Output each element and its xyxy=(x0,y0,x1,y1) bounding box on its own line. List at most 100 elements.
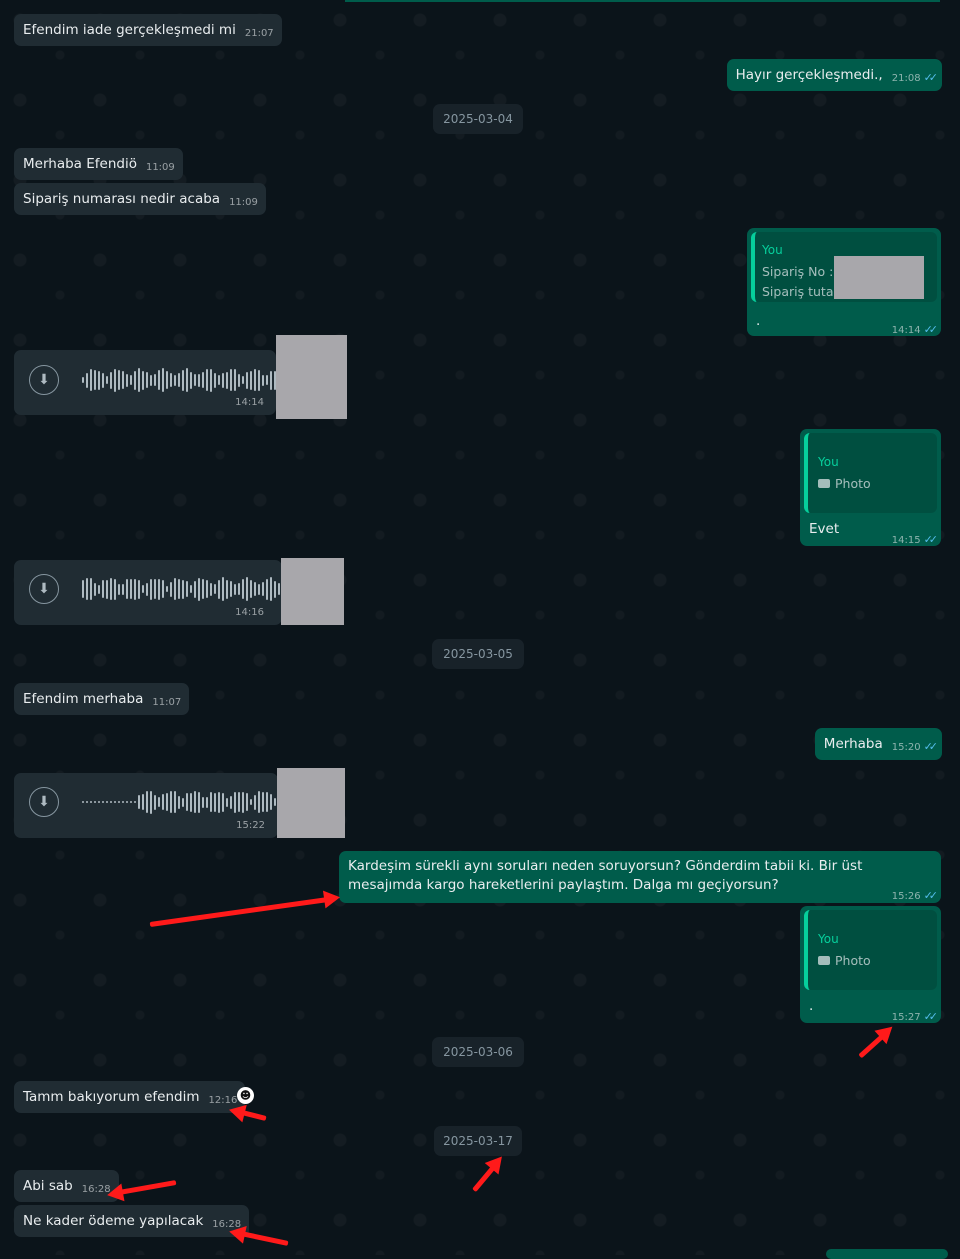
message-text: Merhaba Efendiö xyxy=(23,156,137,172)
message-time: 14:14 xyxy=(235,397,264,408)
waveform-bar xyxy=(186,368,188,392)
waveform-bar xyxy=(218,791,220,813)
message-time: 11:07 xyxy=(152,697,182,708)
redaction-box xyxy=(281,558,344,625)
quoted-message[interactable]: You Photo xyxy=(804,433,937,513)
redaction-box xyxy=(834,256,924,299)
incoming-message[interactable]: Efendim merhaba 11:07 xyxy=(14,683,190,715)
waveform-bar xyxy=(102,372,104,388)
waveform-bar xyxy=(162,368,164,392)
waveform-bar xyxy=(142,370,144,390)
waveform-bar xyxy=(166,371,168,389)
waveform-bar xyxy=(162,580,164,598)
quote-line: Sipariş tutar xyxy=(762,284,839,299)
waveform-bar xyxy=(274,580,276,598)
outgoing-reply-message[interactable]: You Sipariş No : Sipariş tutar . 14:14 ✓✓ xyxy=(747,228,941,336)
message-text: Hayır gerçekleşmedi., xyxy=(735,67,883,83)
outgoing-message[interactable]: Kardeşim sürekli aynı soruları neden sor… xyxy=(339,851,941,903)
date-divider: 2025-03-17 xyxy=(434,1126,522,1156)
outgoing-reply-message[interactable]: You Photo . 15:27 ✓✓ xyxy=(800,906,941,1023)
quote-author: You xyxy=(818,455,839,469)
quote-line: Sipariş No : xyxy=(762,264,834,279)
waveform-bar xyxy=(230,795,232,809)
message-time: 14:15 ✓✓ xyxy=(891,533,939,546)
quoted-message[interactable]: You Photo xyxy=(804,910,937,990)
incoming-message[interactable]: Efendim iade gerçekleşmedi mi 21:07 xyxy=(14,14,282,46)
waveform-bar xyxy=(274,798,276,806)
voice-message[interactable]: ⬇ 15:22 xyxy=(14,773,312,838)
waveform-bar xyxy=(230,581,232,597)
message-time: 15:27 ✓✓ xyxy=(891,1010,938,1023)
waveform-bar xyxy=(130,375,132,385)
redaction-box xyxy=(276,335,347,419)
waveform-bar xyxy=(86,372,88,388)
waveform-bar xyxy=(178,373,180,387)
waveform-bar xyxy=(270,577,272,601)
camera-icon xyxy=(818,956,830,965)
waveform-bar xyxy=(150,578,152,600)
waveform-bar xyxy=(154,374,156,386)
double-check-icon: ✓✓ xyxy=(923,533,939,546)
waveform-bar xyxy=(230,369,232,391)
message-time: 11:09 xyxy=(229,197,258,208)
incoming-message[interactable]: Ne kader ödeme yapılacak 16:28 xyxy=(14,1205,250,1237)
incoming-message[interactable]: Sipariş numarası nedir acaba 11:09 xyxy=(14,183,266,215)
waveform-bar xyxy=(194,374,196,386)
waveform-bar xyxy=(254,369,256,391)
waveform-bar xyxy=(266,792,268,812)
voice-message[interactable]: ⬇ 14:16 xyxy=(14,560,312,625)
waveform-bar xyxy=(250,799,252,805)
double-check-icon: ✓✓ xyxy=(923,740,939,753)
incoming-message[interactable]: Abi sab 16:28 xyxy=(14,1170,119,1202)
outgoing-message[interactable]: Hayır gerçekleşmedi., 21:08 ✓✓ xyxy=(726,59,942,91)
date-divider: 2025-03-05 xyxy=(432,639,524,669)
waveform-bar xyxy=(114,578,116,600)
waveform-bar xyxy=(118,583,120,595)
waveform-bar xyxy=(114,368,116,392)
download-icon[interactable]: ⬇ xyxy=(29,787,59,817)
quoted-message[interactable]: You Sipariş No : Sipariş tutar xyxy=(751,232,937,302)
download-icon[interactable]: ⬇ xyxy=(29,365,59,395)
waveform-bar xyxy=(158,578,160,600)
waveform-bar xyxy=(254,794,256,810)
voice-message[interactable]: ⬇ 14:14 xyxy=(14,350,312,415)
waveform-bar xyxy=(202,579,204,599)
message-time: 21:08 ✓✓ xyxy=(891,71,938,84)
waveform-bar xyxy=(234,369,236,391)
waveform-bar xyxy=(170,581,172,597)
incoming-message[interactable]: Tamm bakıyorum efendim 12:16 xyxy=(14,1081,246,1113)
waveform-bar xyxy=(146,372,148,388)
waveform-bar xyxy=(90,369,92,391)
date-divider: 2025-03-06 xyxy=(432,1037,524,1067)
waveform-bar xyxy=(254,582,256,596)
message-time: 11:09 xyxy=(145,162,175,173)
waveform-bar xyxy=(138,368,140,392)
smiley-emoji-icon[interactable]: ☻ xyxy=(237,1087,254,1104)
download-icon[interactable]: ⬇ xyxy=(29,574,59,604)
message-time: 15:26 ✓✓ xyxy=(891,889,939,902)
waveform-bar xyxy=(154,794,156,810)
outgoing-message[interactable]: Merhaba 15:20 ✓✓ xyxy=(814,728,942,760)
audio-waveform[interactable] xyxy=(82,574,312,604)
message-text: . xyxy=(809,998,814,1014)
waveform-bar xyxy=(238,583,240,595)
outgoing-reply-message[interactable]: You Photo Evet 14:15 ✓✓ xyxy=(800,429,941,546)
message-text: . xyxy=(756,313,761,329)
incoming-message[interactable]: Merhaba Efendiö 11:09 xyxy=(14,148,183,180)
previous-message-edge xyxy=(345,0,940,2)
waveform-bar xyxy=(154,579,156,599)
waveform-bar xyxy=(222,372,224,388)
date-divider: 2025-03-04 xyxy=(433,104,523,134)
waveform-bar xyxy=(126,579,128,599)
waveform-bar xyxy=(186,581,188,597)
waveform-bar xyxy=(262,582,264,596)
waveform-bar xyxy=(106,376,108,384)
waveform-bar xyxy=(98,370,100,390)
double-check-icon: ✓✓ xyxy=(923,889,939,902)
waveform-bar xyxy=(262,374,264,386)
waveform-bar xyxy=(198,577,200,601)
redaction-box xyxy=(277,768,345,838)
waveform-bar xyxy=(242,791,244,813)
waveform-bar xyxy=(270,370,272,390)
waveform-bar xyxy=(114,801,116,803)
